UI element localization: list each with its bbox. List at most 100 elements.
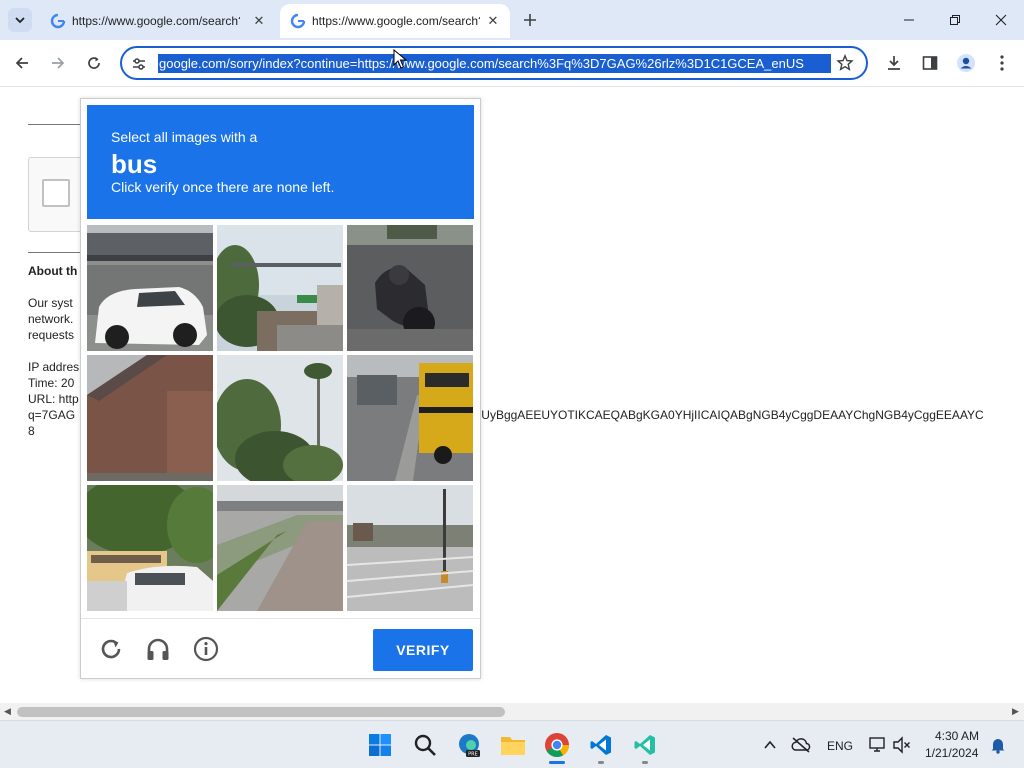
headphones-icon xyxy=(147,638,169,660)
challenge-instruction: Select all images with a xyxy=(111,129,258,145)
notifications-button[interactable] xyxy=(984,731,1012,759)
scrollbar-thumb[interactable] xyxy=(17,707,505,717)
restore-icon xyxy=(950,15,960,25)
tab-close-icon[interactable]: ✕ xyxy=(250,12,268,30)
site-settings-icon xyxy=(133,58,145,70)
image-tile-1[interactable] xyxy=(87,225,213,351)
windows-taskbar: PRE ENG 4:30 AM 1/21/2024 xyxy=(0,720,1024,768)
more-vertical-icon xyxy=(1000,55,1004,71)
scroll-left-icon[interactable]: ◀ xyxy=(4,707,13,716)
tab-google-search-2[interactable]: https://www.google.com/search?q ✕ xyxy=(280,4,510,38)
edge-preview-app[interactable]: PRE xyxy=(455,731,483,759)
side-panel-icon xyxy=(922,56,938,70)
challenge-header: Select all images with a bus Click verif… xyxy=(87,105,474,219)
tab-strip: https://www.google.com/search?q ✕ https:… xyxy=(0,0,1024,40)
reload-icon xyxy=(101,639,121,659)
google-favicon-icon xyxy=(50,13,66,29)
tab-title: https://www.google.com/search?q xyxy=(72,14,240,28)
chrome-menu-button[interactable] xyxy=(987,48,1017,78)
arrow-right-icon xyxy=(52,57,65,69)
info-icon xyxy=(193,636,219,662)
scroll-right-icon[interactable]: ▶ xyxy=(1012,707,1021,716)
clock-time[interactable]: 4:30 AM xyxy=(935,729,979,743)
forward-button[interactable] xyxy=(43,48,73,78)
vscode-icon xyxy=(590,735,611,755)
show-hidden-icons-button[interactable] xyxy=(756,731,784,759)
tab-search-button[interactable] xyxy=(8,8,32,32)
vscode-insiders-icon xyxy=(634,735,655,755)
recaptcha-checkbox[interactable] xyxy=(42,179,70,207)
start-button[interactable] xyxy=(366,731,394,759)
query-prefix: q=7GAG xyxy=(28,408,76,422)
download-icon xyxy=(888,56,900,70)
side-panel-button[interactable] xyxy=(915,48,945,78)
recaptcha-challenge: Select all images with a bus Click verif… xyxy=(80,98,481,679)
profile-button[interactable] xyxy=(951,48,981,78)
app-running-indicator xyxy=(642,761,648,764)
svg-text:PRE: PRE xyxy=(468,752,478,758)
divider xyxy=(28,124,80,125)
vscode-app[interactable] xyxy=(587,731,615,759)
close-icon xyxy=(995,14,1007,26)
ip-address-label: IP addres xyxy=(28,360,80,374)
chrome-icon xyxy=(545,733,569,758)
tab-close-icon[interactable]: ✕ xyxy=(484,12,502,30)
url-text[interactable]: google.com/sorry/index?continue=https://… xyxy=(158,54,831,73)
minimize-icon xyxy=(904,19,914,21)
challenge-target: bus xyxy=(111,149,158,179)
horizontal-scrollbar[interactable]: ◀ ▶ xyxy=(0,703,1024,720)
plus-icon xyxy=(524,14,536,26)
image-tile-7[interactable] xyxy=(87,485,213,611)
tab-google-search-1[interactable]: https://www.google.com/search?q ✕ xyxy=(40,4,276,38)
cloud-offline-icon xyxy=(791,737,811,753)
verify-button[interactable]: VERIFY xyxy=(373,629,473,671)
clock-date[interactable]: 1/21/2024 xyxy=(925,746,978,760)
reload-icon xyxy=(88,57,100,69)
chevron-down-icon xyxy=(15,17,25,24)
search-icon xyxy=(414,734,436,756)
image-tile-4[interactable] xyxy=(87,355,213,481)
input-language[interactable]: ENG xyxy=(827,739,853,753)
address-bar[interactable]: google.com/sorry/index?continue=https://… xyxy=(120,46,868,80)
recaptcha-checkbox-widget[interactable] xyxy=(28,157,88,232)
close-window-button[interactable] xyxy=(978,0,1024,40)
time-label: Time: 20 xyxy=(28,376,75,390)
active-app-indicator xyxy=(549,761,565,764)
network-status[interactable] xyxy=(863,731,891,759)
help-button[interactable] xyxy=(192,635,220,663)
image-tile-6[interactable] xyxy=(347,355,473,481)
taskbar-search-button[interactable] xyxy=(411,731,439,759)
new-tab-button[interactable] xyxy=(518,8,542,32)
vscode-insiders-app[interactable] xyxy=(631,731,659,759)
image-tile-2[interactable] xyxy=(217,225,343,351)
chevron-up-icon xyxy=(764,740,776,749)
minimize-button[interactable] xyxy=(886,0,932,40)
bell-icon xyxy=(991,739,1005,754)
downloads-button[interactable] xyxy=(879,48,909,78)
challenge-subtext: Click verify once there are none left. xyxy=(111,179,335,195)
audio-challenge-button[interactable] xyxy=(144,635,172,663)
about-line: Our syst xyxy=(28,296,73,310)
bookmark-star-icon[interactable] xyxy=(836,54,854,72)
onedrive-status[interactable] xyxy=(787,731,815,759)
image-tile-3[interactable] xyxy=(347,225,473,351)
file-explorer-app[interactable] xyxy=(499,731,527,759)
query-string-tail: 'UyBggAEEUYOTIKCAEQABgKGA0YHjIICAIQABgNG… xyxy=(479,408,984,422)
volume-status[interactable] xyxy=(888,731,916,759)
browser-toolbar: google.com/sorry/index?continue=https://… xyxy=(0,40,1024,87)
folder-icon xyxy=(501,737,525,755)
image-tile-8[interactable] xyxy=(217,485,343,611)
about-line: requests xyxy=(28,328,75,342)
back-button[interactable] xyxy=(7,48,37,78)
image-tile-5[interactable] xyxy=(217,355,343,481)
query-last-line: 8 xyxy=(28,424,35,438)
chrome-app[interactable] xyxy=(543,731,571,759)
url-label: URL: http xyxy=(28,392,79,406)
arrow-left-icon xyxy=(15,57,28,69)
image-tile-9[interactable] xyxy=(347,485,473,611)
page-content: About th Our syst network. requests IP a… xyxy=(0,49,1024,703)
restore-button[interactable] xyxy=(932,0,978,40)
reload-button[interactable] xyxy=(79,48,109,78)
windows-logo-icon xyxy=(369,734,391,756)
reload-challenge-button[interactable] xyxy=(97,635,125,663)
